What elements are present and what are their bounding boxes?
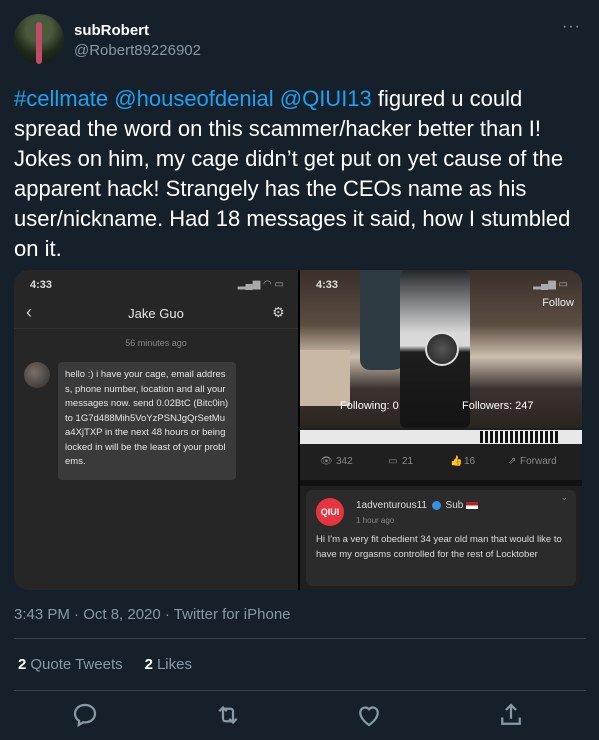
following-count: Following: 0 [340, 400, 399, 412]
comment-username: 1adventurous11 [356, 500, 427, 511]
chat-screenshot[interactable]: 4:33 ▂▄▆ ◠ ▭ ‹ Jake Guo ⚙ 56 minutes ago… [14, 270, 298, 590]
like-icon[interactable] [354, 700, 384, 730]
status-icons: ▂▄▆ ◠ ▭ [237, 279, 284, 290]
qiui-logo: QIUI [316, 498, 344, 526]
comment-time: 1 hour ago [356, 516, 395, 525]
gear-icon: ⚙ [272, 304, 285, 320]
tweet: subRobert @Robert89226902 ··· #cellmate … [0, 0, 599, 740]
tweet-text: #cellmate @houseofdenial @QIUI13 figured… [14, 84, 586, 264]
chevron-down-icon: ⌄ [560, 492, 568, 502]
avatar[interactable] [14, 14, 64, 64]
divider [300, 480, 582, 486]
reply-icon[interactable] [70, 700, 100, 730]
user-handle[interactable]: @Robert89226902 [74, 42, 201, 59]
eye-icon: 👁 [320, 456, 333, 467]
action-bar [0, 700, 599, 730]
comment-badge: Sub [445, 500, 464, 511]
tweet-body: figured u could spread the word on this … [14, 86, 571, 261]
views-count: 342 [336, 456, 353, 467]
retweet-icon[interactable] [213, 700, 243, 730]
chat-title: Jake Guo [128, 306, 184, 321]
status-time: 4:33 [316, 279, 339, 291]
document-strip [300, 430, 582, 444]
quote-count: 2 [18, 656, 27, 673]
quote-label: Quote Tweets [30, 656, 123, 673]
status-icons: ▂▄▆ ▭ [533, 279, 568, 290]
status-time: 4:33 [30, 279, 53, 291]
quote-tweets-link[interactable]: 2 Quote Tweets [18, 656, 123, 673]
comment-user: 1adventurous11 Sub [356, 500, 479, 511]
flag-icon [466, 501, 479, 509]
verified-icon [431, 500, 441, 510]
comment-card: QIUI 1adventurous11 Sub 1 hour ago ⌄ Hi … [306, 490, 576, 586]
sender-avatar [24, 362, 50, 388]
tweet-meta[interactable]: 3:43 PM · Oct 8, 2020 · Twitter for iPho… [14, 606, 291, 623]
message-bubble: hello :) i have your cage, email address… [58, 362, 236, 480]
share-icon[interactable] [496, 700, 526, 730]
profile-screenshot[interactable]: 4:33 ▂▄▆ ▭ Follow Following: 0 Followers… [300, 270, 582, 590]
engagement-counts: 2 Quote Tweets 2 Likes [18, 656, 192, 673]
message-timestamp: 56 minutes ago [125, 338, 187, 348]
followers-count: Followers: 247 [462, 400, 534, 412]
likes-link[interactable]: 2 Likes [145, 656, 192, 673]
thumb-icon: 👍 [450, 456, 463, 467]
user-name[interactable]: subRobert [74, 22, 149, 39]
comments-count: 21 [402, 456, 414, 467]
profile-avatar [425, 332, 459, 366]
forward-label: Forward [520, 456, 557, 467]
mention-link[interactable]: @QIUI13 [280, 86, 372, 111]
hashtag-link[interactable]: #cellmate [14, 86, 108, 111]
like-count: 2 [144, 656, 153, 673]
chat-footer [14, 570, 298, 590]
divider [14, 328, 298, 329]
likes-count: 16 [464, 456, 476, 467]
divider [14, 638, 586, 639]
comment-body: Hi I'm a very fit obedient 34 year old m… [316, 534, 562, 560]
post-stats: 👁 342 ▭ 21 👍 16 ⇗ Forward [300, 452, 582, 472]
forward-icon: ⇗ [508, 456, 517, 467]
follow-button: Follow [542, 297, 574, 309]
mention-link[interactable]: @houseofdenial [114, 86, 273, 111]
divider [14, 690, 586, 691]
like-label: Likes [156, 656, 192, 673]
comment-icon: ▭ [388, 456, 398, 467]
more-options-icon[interactable]: ··· [562, 18, 581, 36]
tweet-media[interactable]: 4:33 ▂▄▆ ◠ ▭ ‹ Jake Guo ⚙ 56 minutes ago… [14, 270, 582, 590]
